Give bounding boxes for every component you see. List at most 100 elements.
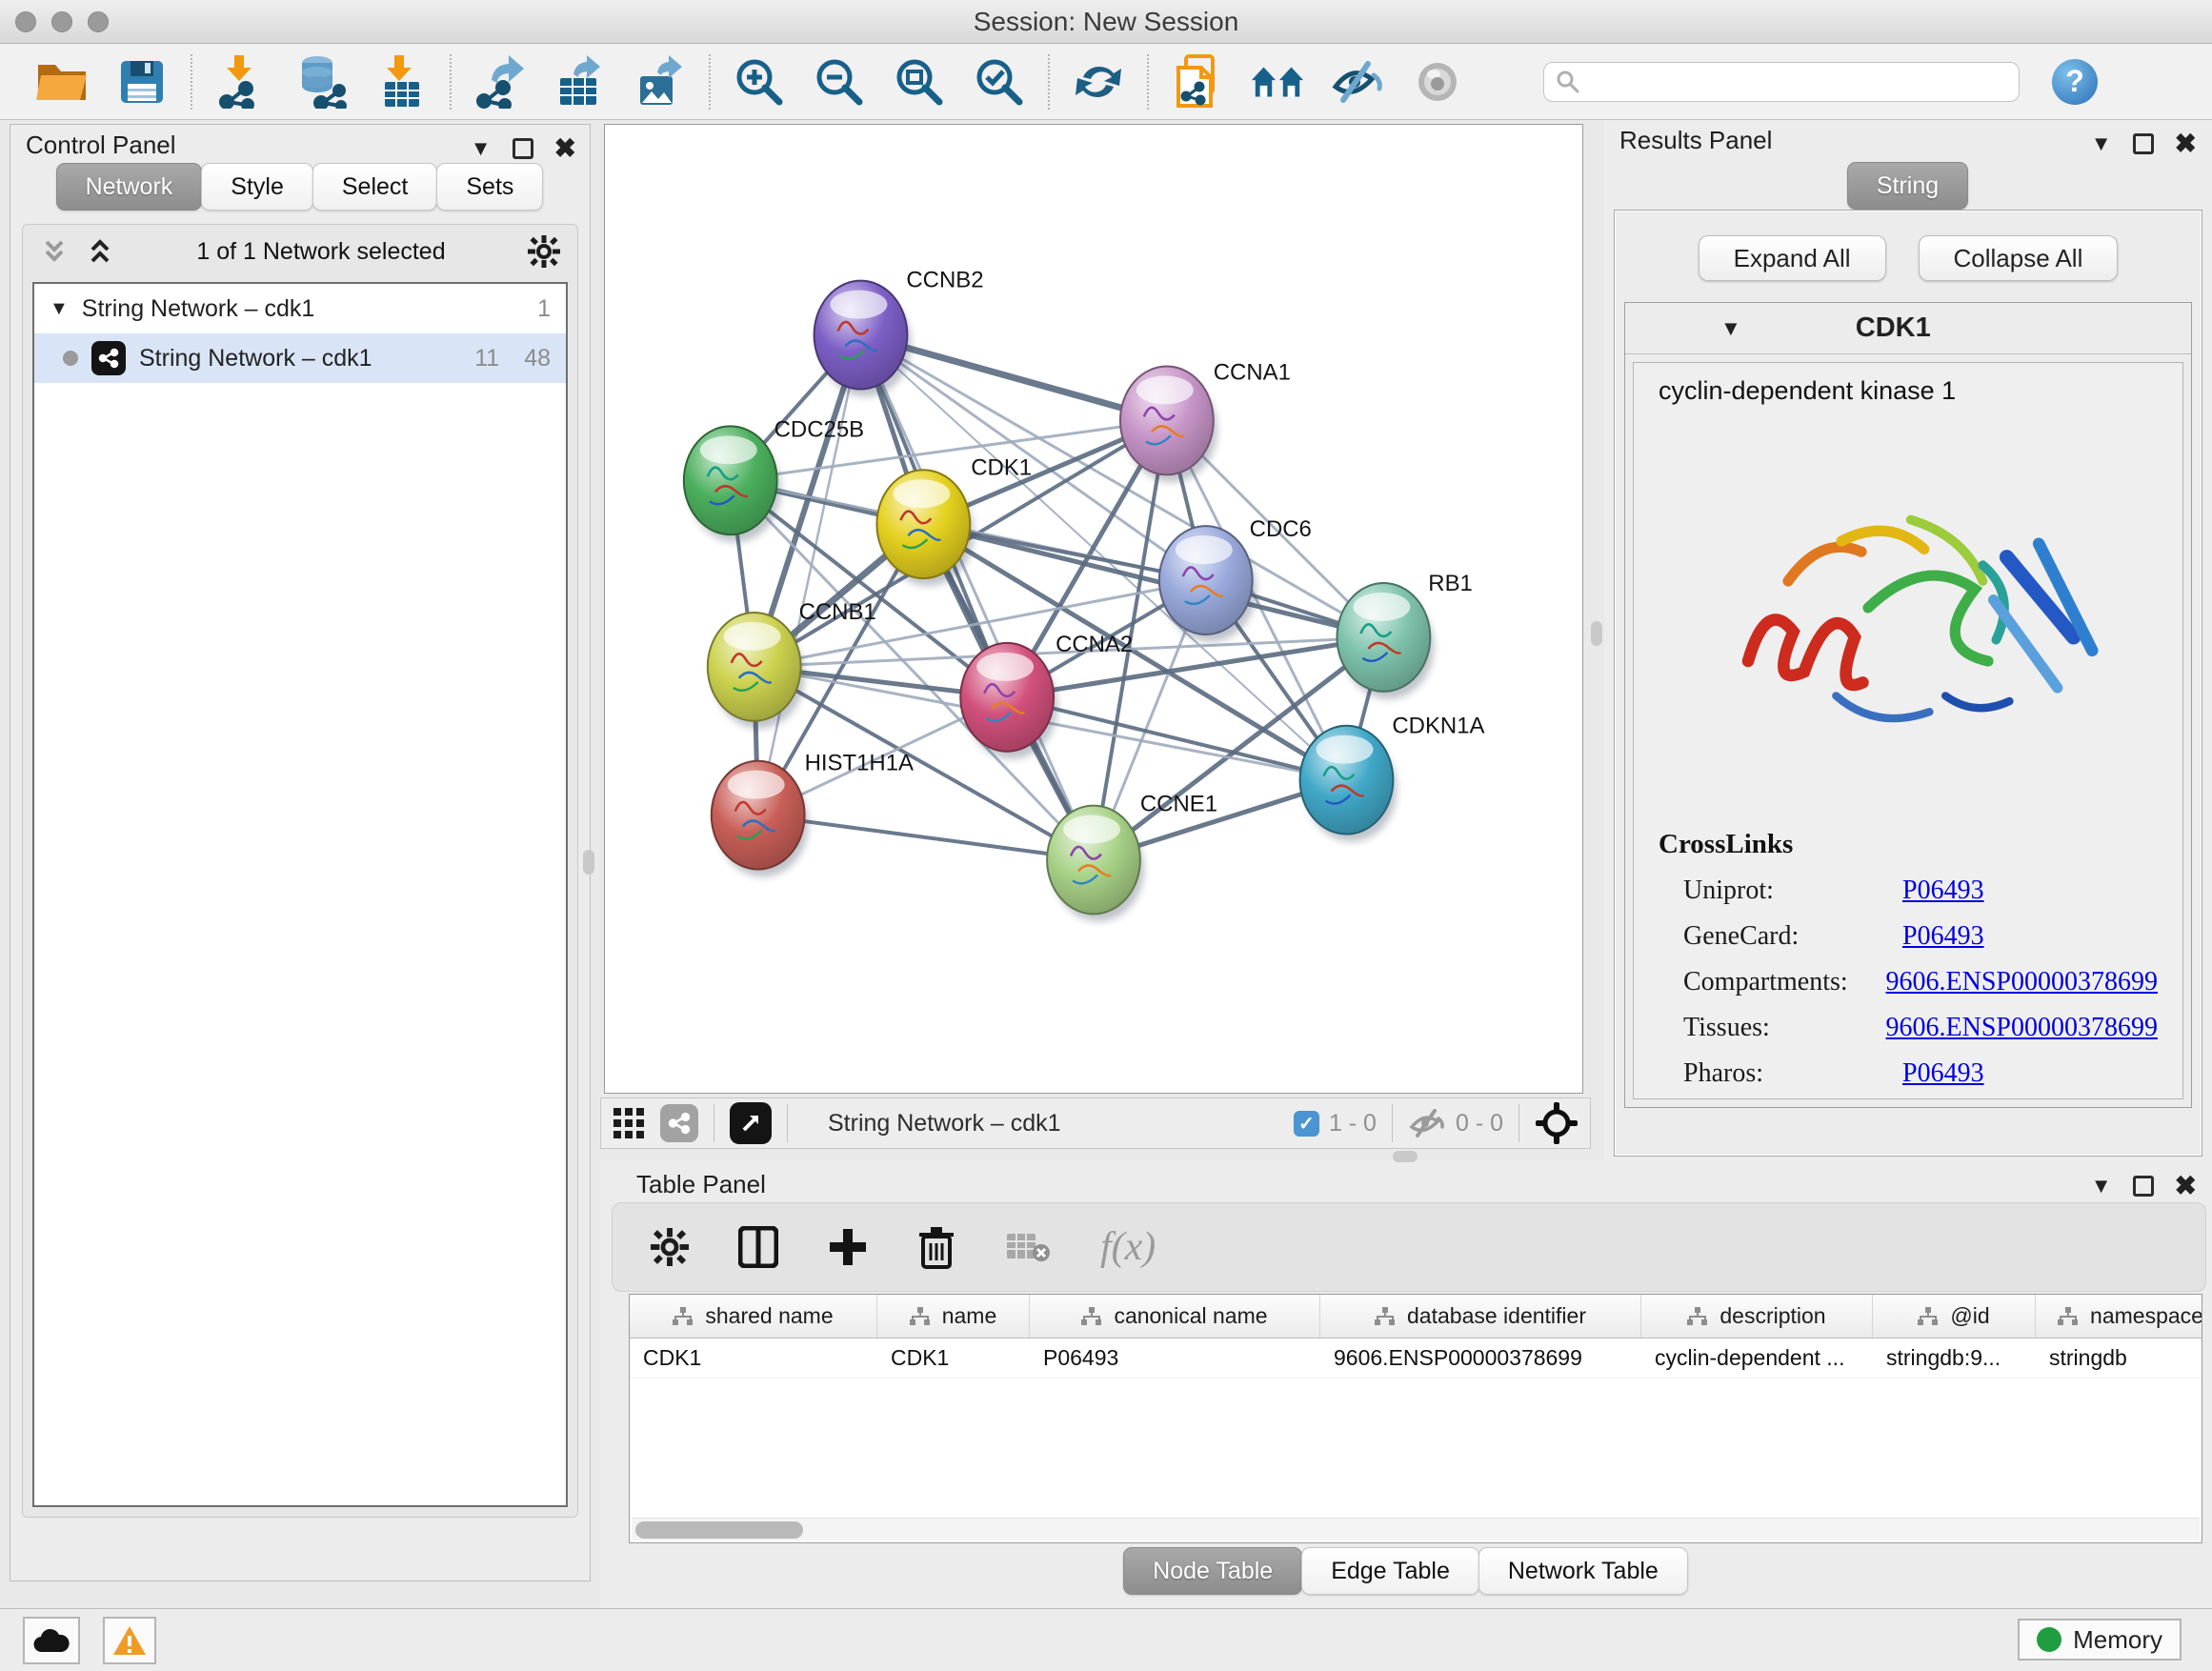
network-canvas[interactable]: CCNB2CCNA1CDC25BCDK1CDC6RB1CCNB1CCNA2CDK… [604,124,1583,1094]
table-cell[interactable]: stringdb [2036,1339,2202,1378]
show-all-icon[interactable] [1410,54,1465,110]
show-columns-icon[interactable] [738,1226,778,1268]
edge-CCNB2-CCNE1[interactable] [860,335,1094,860]
network-view-icon[interactable] [660,1104,698,1142]
tab-sets[interactable]: Sets [436,163,543,211]
tab-node-table[interactable]: Node Table [1123,1547,1302,1595]
node-CCNA1[interactable] [1120,367,1217,483]
column-header-database-identifier[interactable]: database identifier [1320,1295,1641,1338]
node-CDC6[interactable] [1159,526,1257,642]
import-table-file-icon[interactable] [373,54,429,110]
node-HIST1H1A[interactable] [712,761,809,877]
search-input[interactable] [1588,68,2007,96]
refresh-view-icon[interactable] [1071,54,1126,110]
gene-collapse-icon[interactable]: ▼ [1720,316,1741,341]
crosslink-link[interactable]: P06493 [1902,1058,1984,1089]
column-header-@id[interactable]: @id [1873,1295,2036,1338]
left-divider-handle[interactable] [583,850,594,875]
tab-network-table[interactable]: Network Table [1478,1547,1688,1595]
first-neighbors-icon[interactable] [1250,54,1305,110]
pan-mode-icon[interactable] [1535,1101,1579,1145]
node-CDK1[interactable] [876,470,974,586]
export-table-icon[interactable] [553,54,608,110]
tab-string[interactable]: String [1847,162,1968,210]
crosslink-link[interactable]: 9606.ENSP00000378699 [1886,1013,2158,1043]
grid-view-icon[interactable] [613,1107,645,1139]
table-horizontal-scrollbar[interactable] [632,1518,2200,1540]
export-image-icon[interactable] [633,54,688,110]
zoom-fit-icon[interactable] [892,54,947,110]
table-cell[interactable]: 9606.ENSP00000378699 [1320,1339,1641,1378]
table-row[interactable]: CDK1CDK1P064939606.ENSP00000378699cyclin… [630,1339,2202,1379]
column-header-namespace[interactable]: namespace [2036,1295,2202,1338]
column-header-shared-name[interactable]: shared name [630,1295,877,1338]
control-panel-menu-icon[interactable]: ▼ [471,136,492,161]
results-panel-menu-icon[interactable]: ▼ [2091,131,2112,156]
import-network-file-icon[interactable] [213,54,269,110]
delete-table-icon[interactable] [1005,1230,1051,1264]
tab-edge-table[interactable]: Edge Table [1301,1547,1479,1595]
zoom-out-icon[interactable] [812,54,867,110]
tab-network[interactable]: Network [56,163,203,211]
save-session-icon[interactable] [114,54,170,110]
birds-eye-view-icon[interactable] [730,1102,772,1144]
warning-status-button[interactable] [103,1617,156,1664]
table-panel-menu-icon[interactable]: ▼ [2091,1174,2112,1198]
node-CCNE1[interactable] [1047,806,1144,922]
memory-button[interactable]: Memory [2018,1619,2182,1661]
control-panel-float-icon[interactable] [513,138,533,159]
results-panel-close-icon[interactable]: ✖ [2175,128,2197,159]
node-CCNA2[interactable] [960,643,1057,759]
column-header-description[interactable]: description [1641,1295,1873,1338]
column-header-canonical-name[interactable]: canonical name [1030,1295,1320,1338]
table-cell[interactable]: CDK1 [630,1339,877,1378]
open-session-icon[interactable] [34,54,90,110]
scrollbar-thumb[interactable] [635,1521,803,1539]
tab-select[interactable]: Select [312,163,437,211]
selected-checkbox[interactable]: ✓ [1294,1111,1319,1137]
edge-CCNB2-HIST1H1A[interactable] [758,335,861,815]
control-panel-close-icon[interactable]: ✖ [554,132,576,164]
hide-selected-icon[interactable] [1330,54,1385,110]
crosslink-link[interactable]: P06493 [1902,921,1984,952]
collapse-all-icon[interactable] [40,237,69,266]
table-cell[interactable]: cyclin-dependent ... [1641,1339,1873,1378]
crosslink-link[interactable]: 9606.ENSP00000378699 [1886,967,2158,997]
results-panel-float-icon[interactable] [2133,133,2154,154]
collection-expand-icon[interactable]: ▼ [50,298,69,320]
expand-all-icon[interactable] [86,237,114,266]
cloud-status-button[interactable] [23,1617,80,1664]
node-CDC25B[interactable] [684,426,781,542]
function-builder-icon[interactable]: f(x) [1100,1224,1156,1270]
zoom-in-icon[interactable] [732,54,787,110]
help-icon[interactable]: ? [2052,59,2098,105]
collapse-all-button[interactable]: Collapse All [1919,235,2119,281]
export-network-icon[interactable] [473,54,528,110]
import-network-database-icon[interactable] [293,54,349,110]
new-network-from-selection-icon[interactable] [1170,54,1225,110]
right-divider-handle[interactable] [1591,621,1602,646]
node-CCNB2[interactable] [814,281,912,397]
node-CDKN1A[interactable] [1300,726,1398,842]
table-cell[interactable]: stringdb:9... [1873,1339,2036,1378]
hidden-eye-icon[interactable] [1408,1107,1446,1139]
table-panel-close-icon[interactable]: ✖ [2175,1170,2197,1201]
network-options-gear-icon[interactable] [528,235,560,268]
node-RB1[interactable] [1337,583,1434,699]
zoom-selected-icon[interactable] [972,54,1027,110]
column-header-name[interactable]: name [877,1295,1030,1338]
bottom-divider-handle[interactable] [1393,1151,1418,1162]
table-cell[interactable]: CDK1 [877,1339,1030,1378]
edge-HIST1H1A-CCNE1[interactable] [758,815,1094,860]
table-panel-float-icon[interactable] [2133,1176,2154,1197]
tab-style[interactable]: Style [201,163,313,211]
delete-column-icon[interactable] [917,1225,955,1269]
expand-all-button[interactable]: Expand All [1699,235,1886,281]
string-network-graph[interactable]: CCNB2CCNA1CDC25BCDK1CDC6RB1CCNB1CCNA2CDK… [605,125,1582,1093]
node-CCNB1[interactable] [708,613,805,729]
network-collection-row[interactable]: ▼ String Network – cdk1 1 [34,284,566,333]
table-cell[interactable]: P06493 [1030,1339,1320,1378]
crosslink-link[interactable]: P06493 [1902,876,1984,906]
search-field[interactable] [1543,62,2020,102]
create-column-icon[interactable] [828,1227,868,1267]
